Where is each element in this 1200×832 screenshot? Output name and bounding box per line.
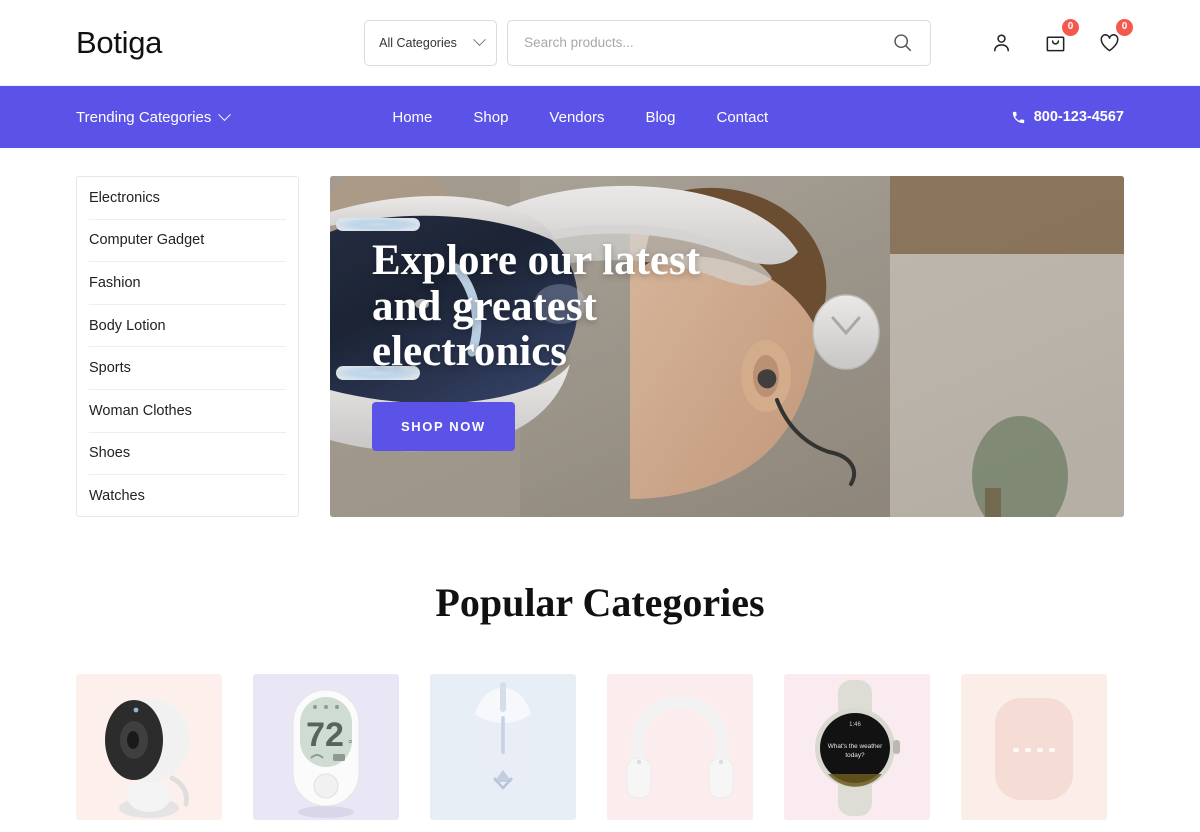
header-icon-group: 0 0 xyxy=(986,18,1133,58)
svg-text:°: ° xyxy=(348,739,352,751)
category-thumb-computer-gadget xyxy=(430,674,576,820)
category-card-electronics[interactable]: Electronics xyxy=(607,674,753,832)
hero-title: Explore our latest and greatest electron… xyxy=(372,237,701,376)
search-input-wrap xyxy=(507,19,932,66)
trending-categories-label: Trending Categories xyxy=(76,108,212,126)
wishlist-heart-icon xyxy=(1100,34,1118,52)
hero-row: Electronics Computer Gadget Fashion Body… xyxy=(76,148,1124,517)
wishlist-button[interactable]: 0 xyxy=(1094,18,1133,58)
hero-banner[interactable]: Explore our latest and greatest electron… xyxy=(330,176,1124,517)
account-button[interactable] xyxy=(986,28,1016,58)
category-select-value: All Categories xyxy=(379,35,457,50)
shop-now-button[interactable]: SHOP NOW xyxy=(372,401,515,451)
category-card-computer-gadget[interactable]: Computer Gadget xyxy=(430,674,576,832)
thermostat-image: 72 ° xyxy=(292,689,360,818)
popular-categories-grid: Body Lotion 72 ° Sports xyxy=(76,674,1124,832)
smartwatch-image: 1:46 What's the weather today? xyxy=(815,680,900,816)
nav-item-home[interactable]: Home xyxy=(392,109,432,126)
nav-item-blog[interactable]: Blog xyxy=(645,109,675,126)
svg-text:today?: today? xyxy=(845,752,865,759)
chevron-down-icon xyxy=(473,33,486,47)
category-thumb-woman-clothes xyxy=(961,674,1107,820)
cart-badge: 0 xyxy=(1062,18,1079,36)
category-card-watch[interactable]: 1:46 What's the weather today? Watch xyxy=(784,674,930,832)
category-thumb-sports: 72 ° xyxy=(253,674,399,820)
svg-text:1:46: 1:46 xyxy=(849,722,861,728)
cart-button[interactable]: 0 xyxy=(1040,18,1079,58)
site-header: Botiga All Categories 0 xyxy=(0,0,1200,86)
security-camera-image xyxy=(105,698,190,818)
sidebar-item-fashion[interactable]: Fashion xyxy=(89,262,286,305)
brand-logo[interactable]: Botiga xyxy=(76,25,162,61)
category-card-woman-clothes[interactable]: Woman Clothes xyxy=(961,674,1107,832)
main-navigation: Trending Categories Home Shop Vendors Bl… xyxy=(0,86,1200,148)
sidebar-item-body-lotion[interactable]: Body Lotion xyxy=(89,305,286,348)
sidebar-item-woman-clothes[interactable]: Woman Clothes xyxy=(89,390,286,433)
category-thumb-electronics xyxy=(607,674,753,820)
headphones-image xyxy=(626,695,734,799)
nav-links: Home Shop Vendors Blog Contact xyxy=(392,109,768,126)
search-bar: All Categories xyxy=(364,19,932,66)
category-sidebar: Electronics Computer Gadget Fashion Body… xyxy=(76,176,299,517)
phone-link[interactable]: 800-123-4567 xyxy=(1011,109,1124,125)
wishlist-badge: 0 xyxy=(1116,18,1133,36)
computer-mouse-image xyxy=(470,682,536,806)
category-card-body-lotion[interactable]: Body Lotion xyxy=(76,674,222,832)
sidebar-item-watches[interactable]: Watches xyxy=(89,475,286,518)
trending-categories-button[interactable]: Trending Categories xyxy=(76,107,232,126)
chevron-down-icon xyxy=(218,107,232,121)
thermostat-reading: 72 xyxy=(306,716,344,754)
sidebar-item-sports[interactable]: Sports xyxy=(89,347,286,390)
hero-content: Explore our latest and greatest electron… xyxy=(330,176,1124,451)
nav-item-shop[interactable]: Shop xyxy=(473,109,508,126)
category-select[interactable]: All Categories xyxy=(364,19,498,66)
popular-categories-title: Popular Categories xyxy=(435,580,765,625)
search-icon xyxy=(893,34,911,52)
phone-icon xyxy=(1012,111,1024,123)
main-content: Electronics Computer Gadget Fashion Body… xyxy=(0,148,1200,832)
search-input[interactable] xyxy=(524,35,881,50)
phone-number: 800-123-4567 xyxy=(1033,109,1124,125)
category-card-sports[interactable]: 72 ° Sports xyxy=(253,674,399,832)
category-thumb-watch: 1:46 What's the weather today? xyxy=(784,674,930,820)
nav-item-vendors[interactable]: Vendors xyxy=(549,109,604,126)
search-submit-button[interactable] xyxy=(880,22,924,64)
cart-icon xyxy=(1046,36,1064,52)
smart-speaker-image xyxy=(995,698,1073,800)
sidebar-item-electronics[interactable]: Electronics xyxy=(89,177,286,220)
sidebar-item-shoes[interactable]: Shoes xyxy=(89,433,286,476)
sidebar-item-computer-gadget[interactable]: Computer Gadget xyxy=(89,220,286,263)
category-thumb-body-lotion xyxy=(76,674,222,820)
account-icon xyxy=(993,34,1009,52)
nav-item-contact[interactable]: Contact xyxy=(717,109,769,126)
svg-text:What's the weather: What's the weather xyxy=(828,743,883,750)
